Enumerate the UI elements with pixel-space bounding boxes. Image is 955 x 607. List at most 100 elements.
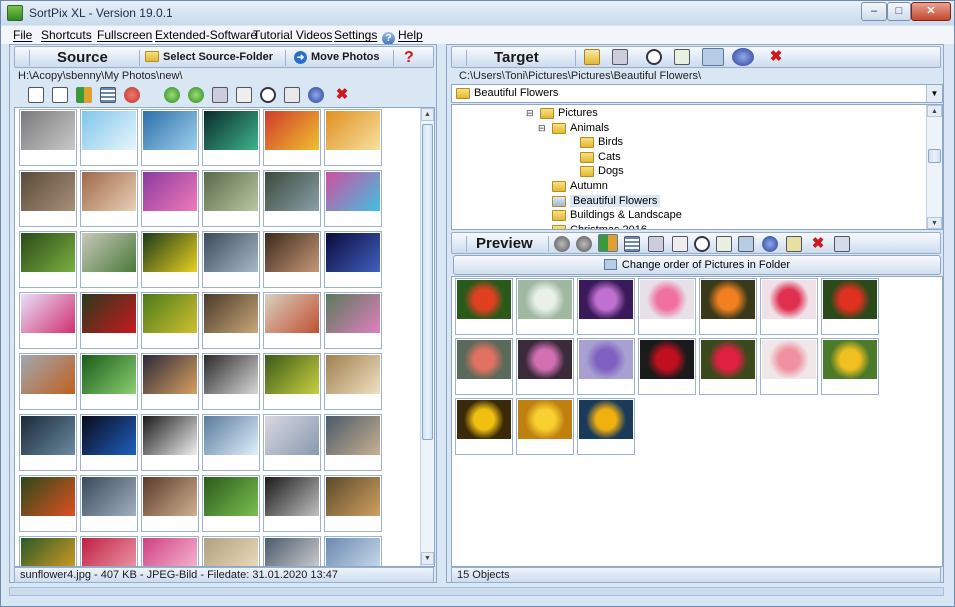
chevron-down-icon[interactable]: ▼	[926, 85, 942, 102]
tree-node-label[interactable]: Autumn	[570, 180, 608, 192]
new-folder-icon[interactable]	[584, 49, 600, 65]
resize-icon[interactable]	[212, 87, 228, 103]
source-thumbnail[interactable]	[202, 109, 260, 166]
delete-icon[interactable]: ✖	[768, 49, 784, 65]
preview-thumbnail[interactable]	[821, 278, 879, 335]
source-thumbnail[interactable]	[80, 353, 138, 410]
move-photos-button[interactable]: ➜ Move Photos	[294, 49, 379, 66]
source-thumbnail[interactable]	[324, 353, 382, 410]
preview-thumbnail[interactable]	[760, 338, 818, 395]
source-thumbnail[interactable]	[324, 475, 382, 532]
uncheck-all-icon[interactable]	[52, 87, 68, 103]
sort-icon[interactable]	[76, 87, 92, 103]
menu-tutorial-videos[interactable]: Tutorial Videos	[253, 28, 332, 42]
source-thumbnail[interactable]	[324, 414, 382, 471]
menu-settings[interactable]: Settings	[334, 28, 377, 42]
tree-scrollbar[interactable]: ▲ ▼	[926, 105, 942, 229]
tree-node-label[interactable]: Dogs	[598, 165, 624, 177]
source-thumbnail[interactable]	[19, 536, 77, 566]
scroll-down-button[interactable]: ▼	[927, 217, 942, 229]
target-folder-combo[interactable]: Beautiful Flowers ▼	[451, 84, 943, 103]
preview-thumbnail[interactable]	[455, 338, 513, 395]
menu-help[interactable]: ? Help	[382, 28, 423, 45]
source-thumbnail[interactable]	[19, 109, 77, 166]
maximize-button[interactable]: □	[887, 2, 911, 21]
collapse-icon[interactable]	[834, 236, 850, 252]
rotate-left-icon[interactable]	[164, 87, 180, 103]
source-thumbnail[interactable]	[202, 475, 260, 532]
help-button[interactable]: ?	[404, 49, 414, 66]
source-thumbnail[interactable]	[263, 292, 321, 349]
grid-view-icon[interactable]	[624, 236, 640, 252]
preview-thumbnail[interactable]	[516, 278, 574, 335]
preview-thumbnail[interactable]	[821, 338, 879, 395]
source-thumbnail[interactable]	[324, 109, 382, 166]
scroll-up-button[interactable]: ▲	[927, 105, 942, 117]
rotate-left-icon[interactable]	[554, 236, 570, 252]
select-icon[interactable]	[674, 49, 690, 65]
preview-thumbnail[interactable]	[638, 278, 696, 335]
source-thumbnail[interactable]	[141, 170, 199, 227]
source-thumbnail[interactable]	[80, 536, 138, 566]
source-thumbnail[interactable]	[19, 231, 77, 288]
source-thumbnail[interactable]	[202, 170, 260, 227]
preview-thumbnail[interactable]	[516, 398, 574, 455]
source-thumbnail[interactable]	[324, 292, 382, 349]
menu-shortcuts[interactable]: Shortcuts	[41, 28, 92, 42]
tree-node-label[interactable]: Birds	[598, 136, 623, 148]
preview-thumbnail[interactable]	[577, 338, 635, 395]
source-thumbnail[interactable]	[141, 475, 199, 532]
source-thumbnail[interactable]	[19, 414, 77, 471]
preview-thumbnail[interactable]	[577, 278, 635, 335]
search-icon[interactable]	[646, 49, 662, 65]
source-thumbnail[interactable]	[202, 536, 260, 566]
delete-icon[interactable]: ✖	[810, 236, 826, 252]
search-icon[interactable]	[694, 236, 710, 252]
refresh-icon[interactable]	[308, 87, 324, 103]
source-thumbnail[interactable]	[263, 475, 321, 532]
source-thumbnail[interactable]	[263, 353, 321, 410]
sort-icon[interactable]	[598, 234, 618, 252]
close-button[interactable]: ✕	[911, 2, 951, 21]
source-thumbnail[interactable]	[19, 292, 77, 349]
delete-icon[interactable]: ✖	[334, 87, 350, 103]
scroll-up-button[interactable]: ▲	[421, 108, 434, 121]
tree-node-label[interactable]: Cats	[598, 151, 621, 163]
search-icon[interactable]	[260, 87, 276, 103]
source-thumbnail[interactable]	[202, 292, 260, 349]
source-thumbnail[interactable]	[263, 536, 321, 566]
preview-thumbnail[interactable]	[455, 278, 513, 335]
source-thumbnail[interactable]	[19, 353, 77, 410]
select-source-folder-button[interactable]: Select Source-Folder	[145, 49, 273, 66]
source-scrollbar[interactable]: ▲ ▼	[420, 108, 434, 566]
scroll-down-button[interactable]: ▼	[421, 552, 434, 565]
source-thumbnail[interactable]	[80, 414, 138, 471]
filter-icon[interactable]	[124, 87, 140, 103]
edit-icon[interactable]	[284, 87, 300, 103]
preview-thumbnail[interactable]	[577, 398, 635, 455]
preview-thumbnail[interactable]	[699, 338, 757, 395]
tree-node-label[interactable]: Beautiful Flowers	[570, 194, 661, 207]
scroll-thumb[interactable]	[422, 124, 433, 440]
source-thumbnail[interactable]	[141, 536, 199, 566]
menu-fullscreen[interactable]: Fullscreen	[97, 28, 152, 42]
move-icon[interactable]	[738, 236, 754, 252]
source-thumbnail[interactable]	[141, 414, 199, 471]
preview-thumbnail[interactable]	[699, 278, 757, 335]
info-icon[interactable]	[672, 236, 688, 252]
preview-thumbnail[interactable]	[516, 338, 574, 395]
menu-file[interactable]: File	[13, 28, 32, 42]
source-thumbnail[interactable]	[263, 231, 321, 288]
expand-toggle-icon[interactable]: ⊟	[526, 108, 534, 119]
folder-view-icon[interactable]	[702, 48, 724, 66]
menu-extended-software[interactable]: Extended-Software	[155, 28, 257, 42]
source-thumbnail[interactable]	[80, 170, 138, 227]
source-thumbnail[interactable]	[141, 231, 199, 288]
minimize-button[interactable]: ‒	[861, 2, 887, 21]
tree-node-label[interactable]: Christmas 2016	[570, 224, 647, 229]
source-thumbnail[interactable]	[263, 170, 321, 227]
grid-view-icon[interactable]	[100, 87, 116, 103]
preview-thumbnail[interactable]	[455, 398, 513, 455]
preview-thumbnail[interactable]	[760, 278, 818, 335]
source-thumbnail[interactable]	[324, 170, 382, 227]
